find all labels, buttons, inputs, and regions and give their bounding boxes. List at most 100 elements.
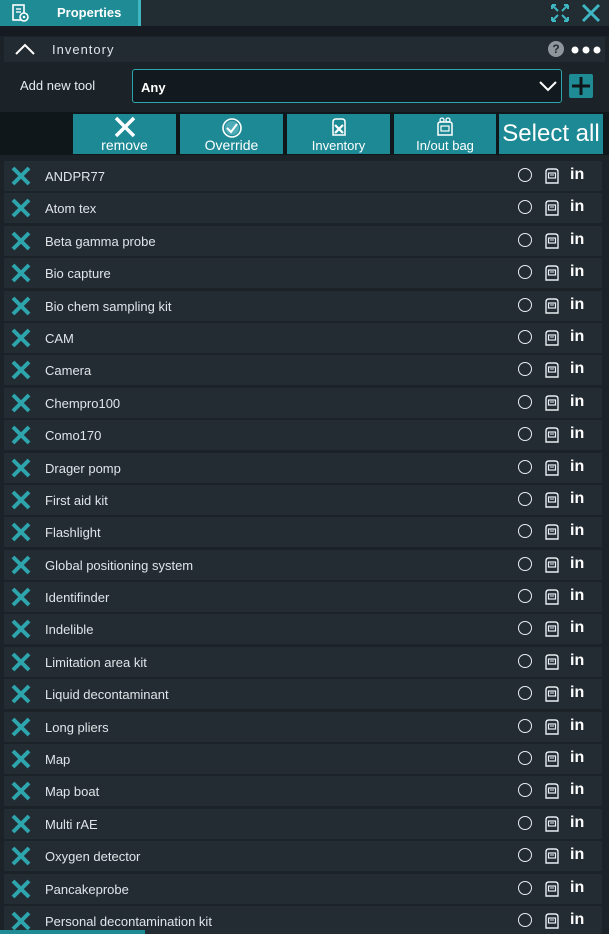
in-out-toggle[interactable]: in (570, 425, 584, 443)
list-item[interactable]: ANDPR77 in (4, 161, 602, 191)
in-out-toggle[interactable]: in (570, 684, 584, 702)
close-icon[interactable] (579, 1, 603, 25)
bag-icon[interactable] (544, 588, 560, 605)
list-item[interactable]: Long pliers in (4, 711, 602, 742)
override-radio[interactable] (518, 394, 532, 409)
bag-icon[interactable] (544, 685, 560, 702)
remove-item-icon[interactable] (10, 910, 32, 932)
bag-icon[interactable] (544, 199, 560, 217)
override-radio[interactable] (518, 783, 532, 798)
add-tool-button[interactable] (569, 74, 593, 98)
remove-item-icon[interactable] (10, 651, 32, 673)
list-item[interactable]: Bio capture in (4, 258, 602, 289)
remove-item-icon[interactable] (10, 359, 32, 381)
override-button[interactable]: Override (180, 114, 283, 154)
in-out-toggle[interactable]: in (570, 231, 584, 249)
list-item[interactable]: Identifinder in (4, 582, 602, 613)
in-out-toggle[interactable]: in (570, 879, 584, 897)
remove-button[interactable]: remove (73, 114, 176, 154)
remove-item-icon[interactable] (10, 878, 32, 900)
bag-icon[interactable] (544, 782, 560, 800)
remove-item-icon[interactable] (10, 845, 32, 867)
override-radio[interactable] (518, 653, 532, 668)
override-radio[interactable] (518, 200, 532, 215)
remove-item-icon[interactable] (10, 327, 32, 349)
remove-item-icon[interactable] (10, 554, 32, 576)
in-out-toggle[interactable]: in (570, 296, 584, 314)
override-radio[interactable] (518, 362, 532, 377)
list-item[interactable]: Map boat in (4, 776, 602, 807)
inout-bag-button[interactable]: In/out bag (394, 114, 496, 154)
tab-properties[interactable]: Properties (0, 0, 141, 26)
inventory-panel-header[interactable]: Inventory ? (4, 37, 605, 62)
remove-item-icon[interactable] (10, 457, 32, 479)
bag-icon[interactable] (544, 750, 560, 767)
in-out-toggle[interactable]: in (570, 393, 584, 411)
list-item[interactable]: Multi rAE in (4, 808, 602, 839)
override-radio[interactable] (518, 815, 532, 830)
in-out-toggle[interactable]: in (570, 814, 584, 832)
list-item[interactable]: Drager pomp in (4, 452, 602, 483)
list-item[interactable]: Camera in (4, 355, 602, 386)
in-out-toggle[interactable]: in (570, 360, 584, 378)
in-out-toggle[interactable]: in (570, 846, 584, 864)
bag-icon[interactable] (544, 264, 560, 281)
list-item[interactable]: First aid kit in (4, 484, 602, 515)
bag-icon[interactable] (544, 815, 560, 832)
bag-icon[interactable] (544, 523, 560, 540)
in-out-toggle[interactable]: in (570, 749, 584, 767)
override-radio[interactable] (518, 427, 532, 442)
override-radio[interactable] (518, 848, 532, 863)
bag-icon[interactable] (544, 232, 560, 249)
bag-icon[interactable] (544, 718, 560, 735)
remove-item-icon[interactable] (10, 165, 32, 187)
override-radio[interactable] (518, 589, 532, 604)
select-all-button[interactable]: Select all (499, 114, 603, 154)
bag-icon[interactable] (544, 556, 560, 573)
in-out-toggle[interactable]: in (570, 263, 584, 281)
in-out-toggle[interactable]: in (570, 781, 584, 799)
in-out-toggle[interactable]: in (570, 198, 584, 216)
list-item[interactable]: Beta gamma probe in (4, 225, 602, 256)
list-item[interactable]: Liquid decontaminant in (4, 679, 602, 710)
tool-type-dropdown[interactable]: Any (132, 69, 562, 103)
list-item[interactable]: CAM in (4, 322, 602, 353)
remove-item-icon[interactable] (10, 748, 32, 770)
chevron-up-icon[interactable] (14, 42, 36, 56)
list-item[interactable]: Map in (4, 744, 602, 775)
in-out-toggle[interactable]: in (570, 652, 584, 670)
in-out-toggle[interactable]: in (570, 717, 584, 735)
list-item[interactable]: Bio chem sampling kit in (4, 290, 602, 321)
remove-item-icon[interactable] (10, 392, 32, 414)
bag-icon[interactable] (544, 394, 560, 411)
remove-item-icon[interactable] (10, 230, 32, 252)
bag-icon[interactable] (544, 847, 560, 864)
bag-icon[interactable] (544, 880, 560, 897)
override-radio[interactable] (518, 556, 532, 571)
override-radio[interactable] (518, 686, 532, 701)
override-radio[interactable] (518, 880, 532, 895)
override-radio[interactable] (518, 751, 532, 766)
in-out-toggle[interactable]: in (570, 587, 584, 605)
remove-item-icon[interactable] (10, 586, 32, 608)
remove-item-icon[interactable] (10, 489, 32, 511)
remove-item-icon[interactable] (10, 295, 32, 317)
in-out-toggle[interactable]: in (570, 911, 584, 929)
override-radio[interactable] (518, 718, 532, 733)
more-options-icon[interactable] (571, 46, 601, 54)
list-item[interactable]: Como170 in (4, 420, 602, 451)
inventory-button[interactable]: Inventory (287, 114, 390, 154)
override-radio[interactable] (518, 621, 532, 636)
list-item[interactable]: Chempro100 in (4, 387, 602, 418)
remove-item-icon[interactable] (10, 618, 32, 640)
expand-icon[interactable] (548, 1, 572, 25)
override-radio[interactable] (518, 297, 532, 312)
override-radio[interactable] (518, 329, 532, 344)
override-radio[interactable] (518, 232, 532, 247)
remove-item-icon[interactable] (10, 197, 32, 219)
list-item[interactable]: Limitation area kit in (4, 646, 602, 677)
remove-item-icon[interactable] (10, 262, 32, 284)
remove-item-icon[interactable] (10, 813, 32, 835)
bag-icon[interactable] (544, 329, 560, 346)
list-item[interactable]: Atom tex in (4, 193, 602, 224)
